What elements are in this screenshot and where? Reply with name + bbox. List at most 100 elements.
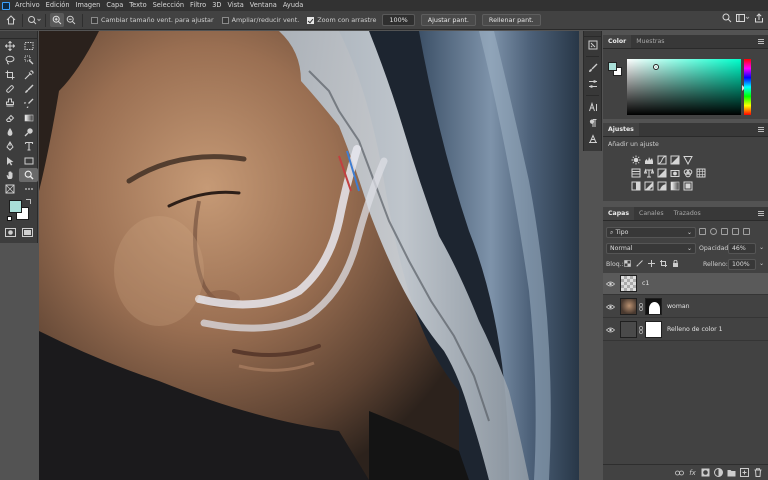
curves-icon[interactable] <box>655 153 668 166</box>
healing-brush-tool-icon[interactable] <box>0 82 19 96</box>
swap-colors-icon[interactable] <box>26 199 31 205</box>
panel-menu-icon[interactable] <box>758 211 764 216</box>
brush-tool-icon[interactable] <box>19 82 38 96</box>
paragraph-icon[interactable] <box>584 115 601 131</box>
photo-filter-icon[interactable] <box>668 166 681 179</box>
add-mask-icon[interactable] <box>701 468 710 477</box>
brightness-contrast-icon[interactable] <box>629 153 642 166</box>
panel-grip[interactable] <box>0 31 37 39</box>
foreground-color-swatch[interactable] <box>9 200 22 214</box>
pen-tool-icon[interactable] <box>0 139 19 153</box>
tab-layers[interactable]: Capas <box>603 207 635 220</box>
resize-windows-checkbox[interactable] <box>91 16 98 24</box>
zoom-in-icon[interactable] <box>50 13 64 27</box>
delete-layer-icon[interactable] <box>753 468 762 477</box>
new-adjustment-layer-icon[interactable] <box>714 468 723 477</box>
color-picker-marker[interactable] <box>653 64 659 70</box>
eye-icon[interactable] <box>603 281 618 287</box>
link-layers-icon[interactable] <box>675 468 684 477</box>
fill-field[interactable]: 100% <box>728 259 756 270</box>
channel-mixer-icon[interactable] <box>681 166 694 179</box>
hand-tool-icon[interactable] <box>0 168 19 182</box>
tab-adjustments[interactable]: Ajustes <box>603 123 639 136</box>
new-layer-icon[interactable] <box>740 468 749 477</box>
frame-tool-icon[interactable] <box>0 182 19 196</box>
threshold-icon[interactable] <box>655 179 668 192</box>
marquee-tool-icon[interactable] <box>19 39 38 53</box>
menu-seleccion[interactable]: Selección <box>150 0 187 11</box>
home-icon[interactable] <box>4 13 18 27</box>
zoom-tool-preset-icon[interactable] <box>27 13 41 27</box>
character-icon[interactable] <box>584 99 601 115</box>
eraser-tool-icon[interactable] <box>0 110 19 124</box>
tab-swatches[interactable]: Muestras <box>631 35 669 48</box>
gradient-map-icon[interactable] <box>668 179 681 192</box>
share-icon[interactable] <box>754 13 764 25</box>
panel-menu-icon[interactable] <box>758 39 764 44</box>
panel-menu-icon[interactable] <box>758 127 764 132</box>
brush-settings-icon[interactable] <box>584 60 601 76</box>
workspace-icon[interactable] <box>736 13 750 25</box>
color-panel-foreground-swatch[interactable] <box>608 62 617 71</box>
menu-3d[interactable]: 3D <box>209 0 224 11</box>
layer-filter-select[interactable]: ⌕ Tipo ⌄ <box>606 227 696 238</box>
filter-type-icon[interactable] <box>721 228 728 235</box>
search-icon[interactable] <box>722 13 732 25</box>
default-colors-icon[interactable] <box>7 216 12 222</box>
eyedropper-tool-icon[interactable] <box>19 68 38 82</box>
opacity-field[interactable]: 46% <box>728 243 756 254</box>
menu-ventana[interactable]: Ventana <box>247 0 280 11</box>
gradient-tool-icon[interactable] <box>19 110 38 124</box>
tab-paths[interactable]: Trazados <box>669 207 706 220</box>
menu-ayuda[interactable]: Ayuda <box>280 0 306 11</box>
history-icon[interactable] <box>584 37 601 53</box>
lock-position-icon[interactable] <box>648 260 655 267</box>
glyphs-icon[interactable] <box>584 131 601 147</box>
lock-all-icon[interactable] <box>672 259 679 267</box>
new-group-icon[interactable] <box>727 468 736 477</box>
path-selection-tool-icon[interactable] <box>0 153 19 167</box>
black-white-icon[interactable] <box>655 166 668 179</box>
crop-tool-icon[interactable] <box>0 68 19 82</box>
clone-stamp-tool-icon[interactable] <box>0 96 19 110</box>
filter-smart-object-icon[interactable] <box>743 228 750 235</box>
screen-mode-icon[interactable] <box>22 228 33 239</box>
filter-pixel-icon[interactable] <box>699 228 706 235</box>
type-tool-icon[interactable] <box>19 139 38 153</box>
menu-filtro[interactable]: Filtro <box>187 0 209 11</box>
zoom-all-windows-checkbox[interactable] <box>221 16 229 24</box>
menu-capa[interactable]: Capa <box>103 0 126 11</box>
layer-mask-thumbnail[interactable] <box>645 298 662 315</box>
history-brush-tool-icon[interactable] <box>19 96 38 110</box>
menu-imagen[interactable]: Imagen <box>73 0 104 11</box>
move-tool-icon[interactable] <box>0 39 19 53</box>
exposure-icon[interactable] <box>668 153 681 166</box>
menu-vista[interactable]: Vista <box>225 0 247 11</box>
color-balance-icon[interactable] <box>642 166 655 179</box>
rectangle-tool-icon[interactable] <box>19 153 38 167</box>
hue-saturation-icon[interactable] <box>629 166 642 179</box>
object-selection-tool-icon[interactable] <box>19 53 38 67</box>
zoom-out-icon[interactable] <box>64 13 78 27</box>
filter-adjustment-icon[interactable] <box>710 228 717 235</box>
selective-color-icon[interactable] <box>681 179 694 192</box>
opacity-dropdown-icon[interactable]: ⌄ <box>759 244 764 251</box>
menu-archivo[interactable]: Archivo <box>12 0 43 11</box>
color-lookup-icon[interactable] <box>694 166 707 179</box>
tab-color[interactable]: Color <box>603 35 632 48</box>
layer-style-icon[interactable]: fx <box>688 468 697 477</box>
more-tools-icon[interactable] <box>19 182 38 196</box>
layer-mask-thumbnail[interactable] <box>645 321 662 338</box>
vibrance-icon[interactable] <box>681 153 694 166</box>
color-picker-field[interactable] <box>627 59 741 115</box>
menu-edicion[interactable]: Edición <box>43 0 73 11</box>
lasso-tool-icon[interactable] <box>0 53 19 67</box>
zoom-percent-field[interactable]: 100% <box>382 14 415 26</box>
fit-screen-button[interactable]: Ajustar pant. <box>420 14 476 26</box>
filter-shape-icon[interactable] <box>732 228 739 235</box>
scrubby-zoom-checkbox[interactable] <box>307 16 315 24</box>
link-chain-icon[interactable] <box>638 325 644 334</box>
adjustment-sliders-icon[interactable] <box>584 76 601 92</box>
levels-icon[interactable] <box>642 153 655 166</box>
dodge-tool-icon[interactable] <box>19 125 38 139</box>
